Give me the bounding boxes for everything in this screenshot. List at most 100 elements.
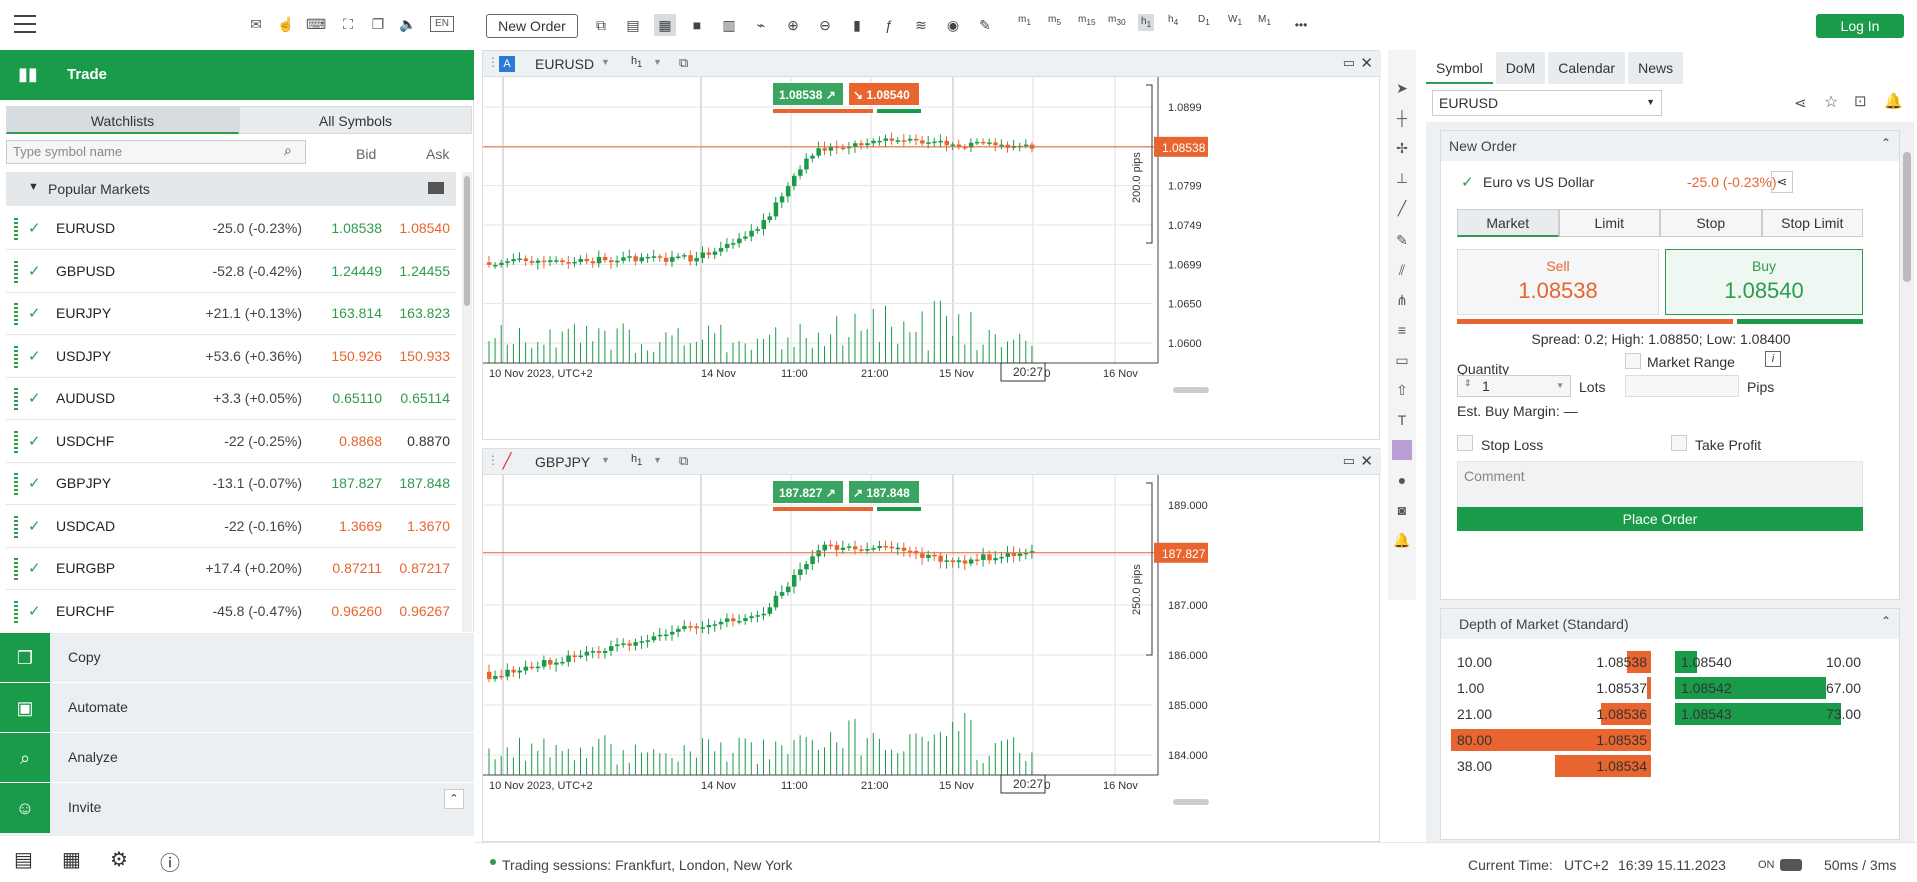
watchlist-row[interactable]: ✓ EURCHF -45.8 (-0.47%) 0.96260 0.96267	[6, 591, 456, 633]
timeframe-dropdown-icon[interactable]: ▼	[653, 455, 662, 465]
timeframe-m30[interactable]: m30	[1108, 14, 1126, 27]
row-ask[interactable]: 1.08540	[386, 220, 450, 236]
row-ask[interactable]: 163.823	[386, 305, 450, 321]
trend-line-icon[interactable]: ╱	[1392, 198, 1412, 218]
tab-limit[interactable]: Limit	[1558, 209, 1660, 237]
touch-icon[interactable]: ☝	[276, 14, 296, 34]
chart-icon[interactable]: ⊡	[1854, 92, 1867, 110]
menu-automate[interactable]: ▣ Automate	[0, 682, 474, 733]
help-icon[interactable]: ⓘ	[160, 847, 180, 876]
timeframe-M1[interactable]: M1	[1258, 14, 1271, 27]
detach-icon[interactable]: ⧉	[679, 453, 688, 469]
target-icon[interactable]: ✢	[1392, 138, 1412, 158]
chart-symbol[interactable]: GBPJPY	[535, 454, 590, 470]
login-button[interactable]: Log In	[1816, 14, 1904, 38]
chart-timeframe[interactable]: h1	[631, 453, 642, 467]
drag-handle-icon[interactable]	[14, 430, 18, 453]
stop-loss-checkbox[interactable]	[1457, 435, 1473, 451]
pencil-icon[interactable]: ✎	[1392, 230, 1412, 250]
tab-market[interactable]: Market	[1457, 209, 1559, 237]
chart-timeframe[interactable]: h1	[631, 55, 642, 69]
dom-ask-row[interactable]: 1.08543 73.00	[1675, 701, 1865, 727]
tab-symbol[interactable]: Symbol	[1426, 52, 1493, 84]
row-bid[interactable]: 0.96260	[306, 603, 382, 619]
row-ask[interactable]: 0.96267	[386, 603, 450, 619]
hamburger-menu-icon[interactable]	[14, 15, 36, 33]
keyboard-icon[interactable]: ⌨	[306, 14, 326, 34]
wallet-icon[interactable]: ▦	[62, 847, 81, 872]
popular-markets-group[interactable]: ▼ Popular Markets	[6, 172, 456, 206]
watchlist-row[interactable]: ✓ GBPJPY -13.1 (-0.07%) 187.827 187.848	[6, 463, 456, 505]
chart-canvas[interactable]: 1.08991.08491.07991.07491.06991.06501.06…	[483, 77, 1379, 439]
zoom-out-icon[interactable]: ⊖	[814, 14, 836, 36]
timeframe-h4[interactable]: h4	[1168, 14, 1178, 27]
star-icon[interactable]: ☆	[1824, 92, 1838, 112]
symbol-select[interactable]: EURUSD ▼	[1432, 90, 1662, 116]
chart-mode-icon[interactable]: ⧉	[590, 14, 612, 36]
quantity-input[interactable]: 1 ⇕ ▼	[1457, 375, 1571, 397]
language-button[interactable]: EN	[430, 16, 454, 32]
row-ask[interactable]: 1.3670	[386, 518, 450, 534]
split-chart-icon[interactable]: ▥	[718, 14, 740, 36]
timeframe-D1[interactable]: D1	[1198, 14, 1210, 27]
row-bid[interactable]: 0.8868	[306, 433, 382, 449]
collapse-up-icon[interactable]: ⌃	[444, 789, 464, 809]
share-icon[interactable]: ⋖	[1771, 171, 1793, 193]
row-ask[interactable]: 1.24455	[386, 263, 450, 279]
multi-chart-icon[interactable]: ▦	[654, 14, 676, 36]
text-icon[interactable]: T	[1392, 410, 1412, 430]
watchlist-row[interactable]: ✓ USDCAD -22 (-0.16%) 1.3669 1.3670	[6, 506, 456, 548]
menu-analyze[interactable]: ⌕ Analyze	[0, 732, 474, 783]
cursor-icon[interactable]: ➤	[1392, 78, 1412, 98]
dom-bid-row[interactable]: 10.00 1.08538	[1451, 649, 1651, 675]
tab-stop-limit[interactable]: Stop Limit	[1761, 209, 1863, 237]
chart-canvas[interactable]: 189.000188.000187.000186.000185.000184.0…	[483, 475, 1379, 841]
trade-header[interactable]: ▮▮ Trade	[0, 50, 474, 100]
dom-header[interactable]: Depth of Market (Standard) ⌃	[1441, 609, 1899, 639]
search-icon[interactable]: ⌕	[284, 142, 292, 159]
tab-watchlists[interactable]: Watchlists	[6, 106, 239, 134]
detach-icon[interactable]: ⧉	[679, 55, 688, 71]
arrow-up-icon[interactable]: ⇧	[1392, 380, 1412, 400]
row-ask[interactable]: 0.65114	[386, 390, 450, 406]
camera-icon[interactable]: ◙	[1392, 500, 1412, 520]
place-order-button[interactable]: Place Order	[1457, 507, 1863, 531]
maximize-icon[interactable]: ▭	[1343, 453, 1355, 469]
settings-gear-icon[interactable]: ⚙	[110, 847, 128, 872]
watchlist-row[interactable]: ✓ EURUSD -25.0 (-0.23%) 1.08538 1.08540	[6, 208, 456, 250]
dom-ask-row[interactable]: 1.08542 67.00	[1675, 675, 1865, 701]
watchlist-scrollbar[interactable]	[462, 172, 472, 632]
crosshair-icon[interactable]: ┼	[1392, 108, 1412, 128]
buy-button[interactable]: Buy 1.08540	[1665, 249, 1863, 315]
chart-gbpjpy[interactable]: ⋮ ╱ GBPJPY ▼ h1 ▼ ⧉ ▭ ✕ 189.000188.00018…	[482, 448, 1381, 842]
collapse-icon[interactable]: ⌃	[1881, 136, 1891, 150]
symbol-dropdown-icon[interactable]: ▼	[601, 455, 610, 465]
dom-bid-row[interactable]: 38.00 1.08534	[1451, 753, 1651, 779]
take-profit-checkbox[interactable]	[1671, 435, 1687, 451]
row-bid[interactable]: 187.827	[306, 475, 382, 491]
tab-news[interactable]: News	[1628, 52, 1684, 84]
row-bid[interactable]: 150.926	[306, 348, 382, 364]
watchlist-row[interactable]: ✓ EURJPY +21.1 (+0.13%) 163.814 163.823	[6, 293, 456, 335]
symbol-dropdown-icon[interactable]: ▼	[601, 57, 610, 67]
dom-bid-row[interactable]: 80.00 1.08535	[1451, 727, 1651, 753]
symbol-search-input[interactable]: Type symbol name	[6, 140, 306, 164]
single-chart-icon[interactable]: ■	[686, 14, 708, 36]
row-ask[interactable]: 0.8870	[386, 433, 450, 449]
new-order-header[interactable]: New Order ⌃	[1441, 131, 1899, 161]
zoom-in-icon[interactable]: ⊕	[782, 14, 804, 36]
watchlist-row[interactable]: ✓ USDCHF -22 (-0.25%) 0.8868 0.8870	[6, 421, 456, 463]
edit-chart-icon[interactable]: ✎	[974, 14, 996, 36]
drag-handle-icon[interactable]	[14, 558, 18, 580]
bell-icon[interactable]: 🔔	[1884, 92, 1903, 110]
watchlist-row[interactable]: ✓ EURGBP +17.4 (+0.20%) 0.87211 0.87217	[6, 548, 456, 590]
layout-icon[interactable]: ▤	[622, 14, 644, 36]
row-bid[interactable]: 163.814	[306, 305, 382, 321]
chart-eurusd[interactable]: ⋮ A EURUSD ▼ h1 ▼ ⧉ ▭ ✕ 1.08991.08491.07…	[482, 50, 1381, 440]
market-range-checkbox[interactable]	[1625, 353, 1641, 369]
dom-bid-row[interactable]: 21.00 1.08536	[1451, 701, 1651, 727]
maximize-icon[interactable]: ▭	[1343, 55, 1355, 71]
indicators-icon[interactable]: ƒ	[878, 14, 900, 36]
watchlist-row[interactable]: ✓ USDJPY +53.6 (+0.36%) 150.926 150.933	[6, 336, 456, 378]
row-bid[interactable]: 1.08538	[306, 220, 382, 236]
